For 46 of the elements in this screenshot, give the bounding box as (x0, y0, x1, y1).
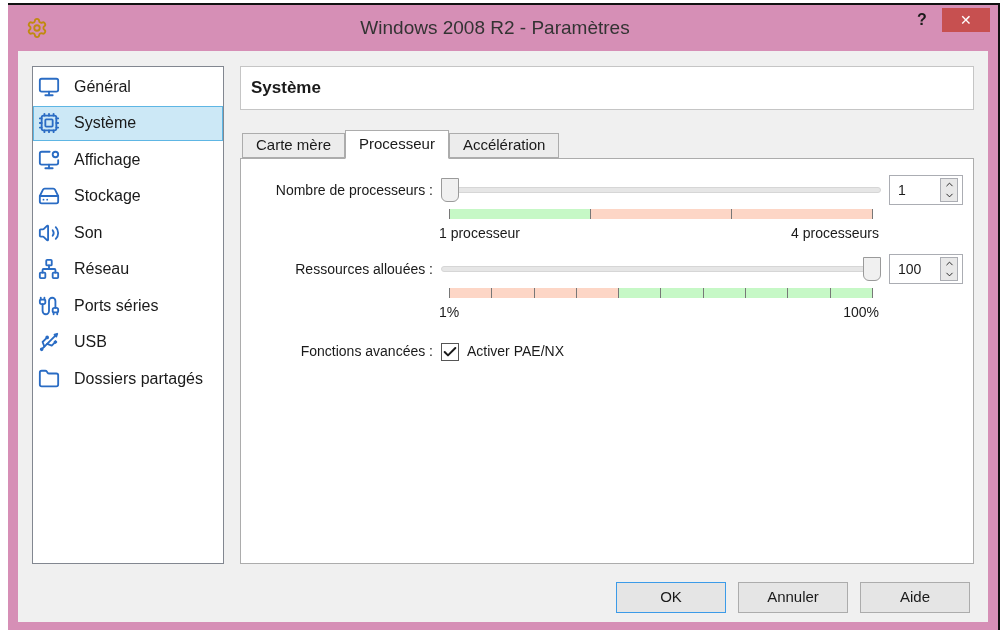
cable-icon (38, 294, 60, 317)
sidebar-item[interactable]: Réseau (33, 251, 223, 287)
slider-min-label: 1 processeur (439, 224, 520, 243)
number-spinbox[interactable]: 1 (889, 175, 963, 205)
dialog-button[interactable]: Aide (860, 582, 970, 613)
field-label: Nombre de processeurs : (274, 180, 434, 200)
sidebar-item[interactable]: Système (33, 105, 223, 141)
field-label: Fonctions avancées : (299, 342, 434, 361)
slider-thumb[interactable] (441, 178, 459, 202)
checkbox[interactable] (441, 342, 459, 361)
sidebar-item[interactable]: Stockage (33, 178, 223, 214)
checkbox-label: Activer PAE/NX (467, 342, 564, 361)
field-label: Ressources allouées : (294, 259, 434, 279)
computer-icon (38, 75, 60, 98)
spinbox-value: 100 (897, 259, 923, 279)
tab[interactable]: Carte mère (242, 133, 346, 158)
tab[interactable]: Processeur (345, 130, 449, 159)
dialog-button[interactable]: OK (616, 582, 726, 613)
slider-max-label: 4 processeurs (791, 224, 879, 243)
sidebar-item[interactable]: Affichage (33, 142, 223, 177)
slider-track[interactable] (441, 178, 881, 202)
page-title: Système (251, 77, 321, 100)
close-button[interactable]: ✕ (942, 8, 990, 32)
slider-min-label: 1% (439, 303, 460, 322)
spin-arrows-icon[interactable] (940, 178, 958, 202)
slider-thumb[interactable] (863, 257, 881, 281)
slider-max-label: 100% (843, 303, 879, 322)
network-icon (38, 258, 60, 280)
gear-icon (26, 17, 48, 39)
usb-icon (38, 331, 60, 353)
monitor-icon (38, 148, 60, 171)
spinbox-value: 1 (897, 180, 907, 200)
sidebar-item[interactable]: Général (33, 69, 223, 104)
sidebar-item[interactable]: USB (33, 324, 223, 360)
help-button[interactable]: ? (902, 7, 942, 33)
sidebar-item[interactable]: Ports séries (33, 288, 223, 323)
chip-icon (38, 112, 60, 134)
dialog-button[interactable]: Annuler (738, 582, 848, 613)
folder-icon (38, 367, 60, 390)
tab[interactable]: Accélération (448, 133, 560, 158)
slider-track[interactable] (441, 257, 881, 281)
window-title: Windows 2008 R2 - Paramètres (359, 15, 631, 40)
number-spinbox[interactable]: 100 (889, 254, 963, 284)
spin-arrows-icon[interactable] (940, 257, 958, 281)
sidebar-item[interactable]: Dossiers partagés (33, 361, 223, 396)
sidebar-item[interactable]: Son (33, 215, 223, 250)
